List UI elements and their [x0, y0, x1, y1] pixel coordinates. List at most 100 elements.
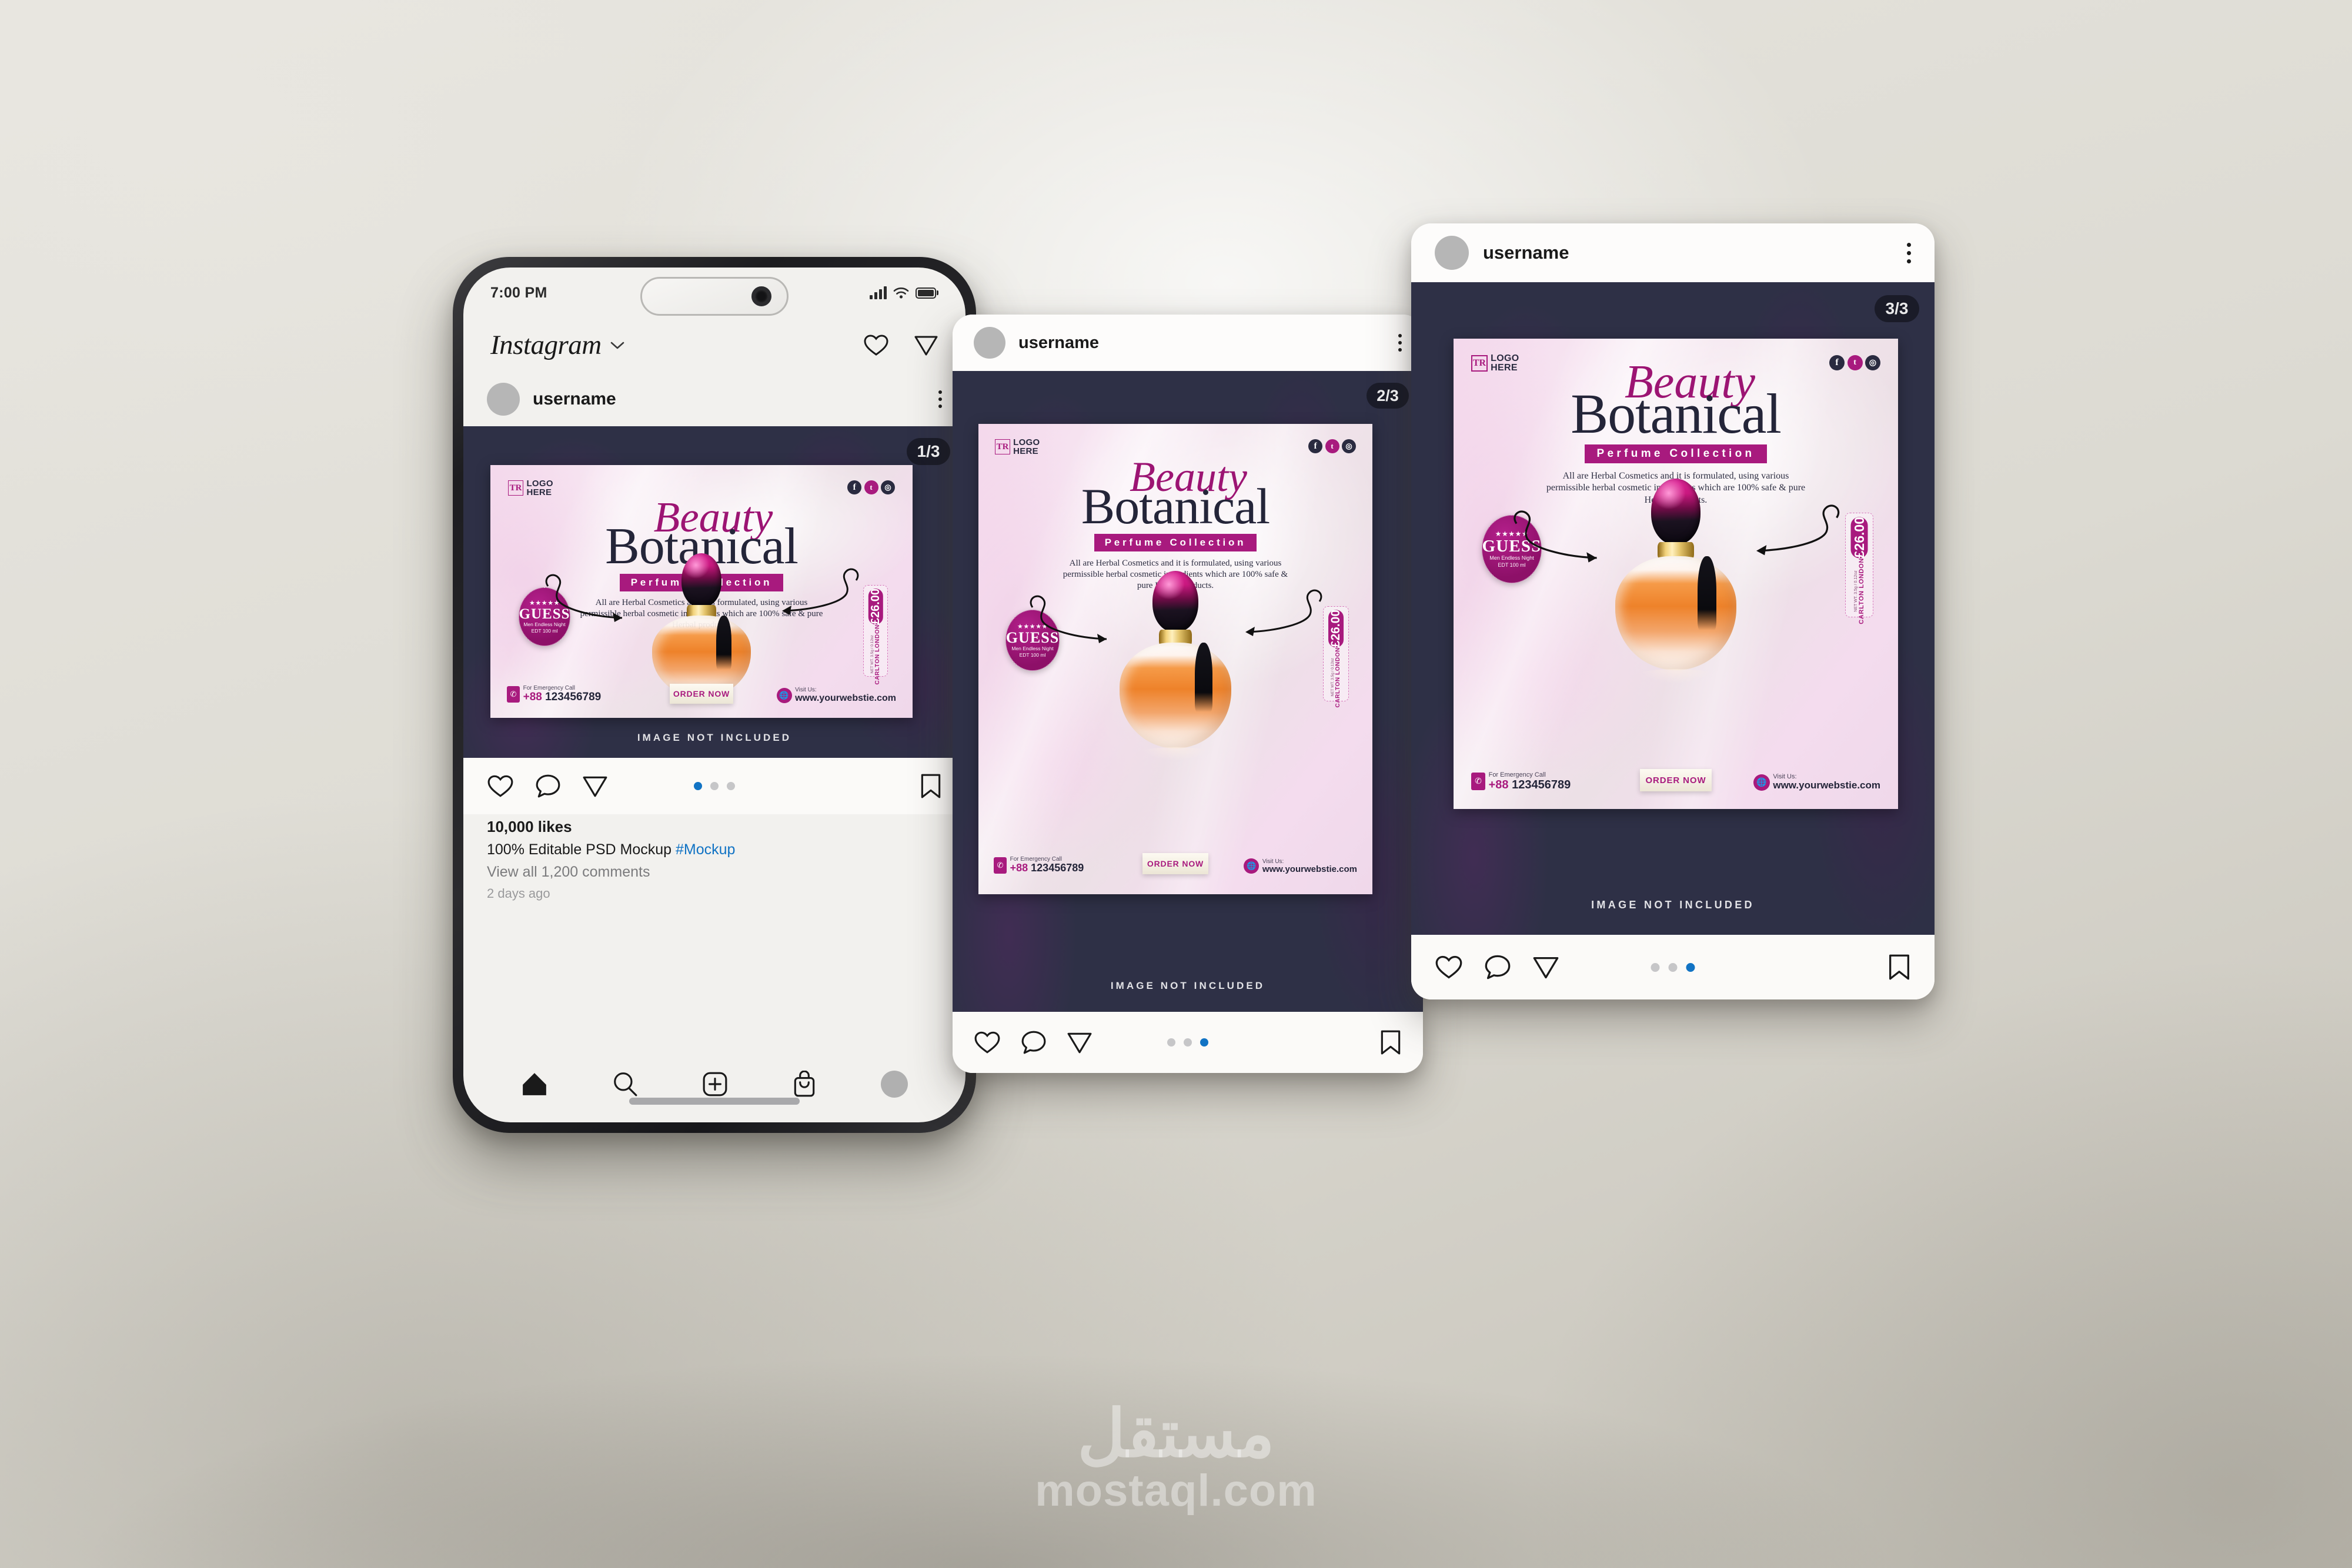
home-icon[interactable] [521, 1071, 548, 1097]
guess-badge: ★★★★★ GUESS Men Endless Night EDT 100 ml [1482, 515, 1542, 583]
send-icon[interactable] [582, 774, 608, 798]
phone-icon: ✆ [507, 686, 520, 703]
post-username[interactable]: username [533, 389, 616, 409]
contact-website[interactable]: 🌐 Visit Us: www.yourwebstie.com [1244, 858, 1357, 875]
bookmark-icon[interactable] [920, 773, 942, 799]
carousel-dots[interactable] [1167, 1038, 1208, 1047]
badge-line1: Men Endless Night [523, 621, 566, 628]
card2-username[interactable]: username [1018, 333, 1099, 353]
heart-icon[interactable] [974, 1030, 1001, 1055]
card3-actions [1411, 935, 1935, 999]
bottle-body [1120, 643, 1231, 748]
twitter-icon[interactable]: t [1325, 439, 1339, 453]
avatar-icon[interactable] [880, 1071, 908, 1098]
shopping-bag-icon[interactable] [792, 1071, 817, 1098]
phone-screen: 7:00 PM Instagram username 1/3 TR LOGO H… [463, 268, 965, 1122]
price-tag: £26.00 NET WT. 3.5g / 0.12oz CARLTON LON… [863, 585, 888, 685]
avatar[interactable] [974, 327, 1005, 359]
price-amount: £26.00 [1328, 610, 1344, 648]
card3-header: username [1411, 223, 1935, 282]
send-icon[interactable] [1532, 954, 1559, 980]
image-not-included-label: IMAGE NOT INCLUDED [1110, 980, 1265, 991]
globe-icon: 🌐 [1244, 858, 1259, 874]
bookmark-icon[interactable] [1887, 954, 1911, 981]
phone-number: +88 123456789 [1488, 778, 1571, 791]
bottle-tassel [716, 616, 731, 670]
price-tag: £26.00 NET WT. 3.5g / 0.12oz CARLTON LON… [1323, 606, 1349, 708]
avatar[interactable] [1435, 236, 1469, 270]
badge-line1: Men Endless Night [1011, 645, 1054, 651]
heart-icon[interactable] [1435, 954, 1463, 980]
logo-mark: TR [508, 480, 523, 496]
bottle-cap [1152, 571, 1198, 632]
price-net: NET WT. 3.5g / 0.12oz [870, 635, 874, 674]
post-actions [463, 758, 965, 814]
logo-text-line2: HERE [1013, 446, 1038, 457]
price-tag: £26.00 NET WT. 3.5g / 0.12oz CARLTON LON… [1845, 513, 1873, 624]
bookmark-icon[interactable] [1379, 1029, 1402, 1055]
badge-brand: GUESS [1005, 628, 1060, 646]
facebook-icon[interactable]: f [847, 480, 862, 494]
poster-ribbon: Perfume Collection [1585, 444, 1767, 464]
perfume-bottle [634, 553, 769, 712]
phone-icon: ✆ [994, 857, 1007, 874]
chevron-down-icon[interactable] [610, 340, 625, 350]
poster-contact-row: ✆ For Emergency Call +88 123456789 🌐 Vis… [1471, 771, 1880, 791]
home-indicator [629, 1098, 800, 1105]
price-brand: CARLTON LONDON [874, 624, 881, 685]
instagram-icon[interactable]: ◎ [1342, 439, 1356, 453]
bottle-tassel [1195, 643, 1212, 712]
send-icon[interactable] [914, 333, 938, 357]
search-icon[interactable] [612, 1071, 638, 1097]
contact-phone[interactable]: ✆ For Emergency Call +88 123456789 [1471, 771, 1571, 791]
contact-website[interactable]: 🌐 Visit Us: www.yourwebstie.com [776, 687, 896, 704]
poster-contact-row: ✆ For Emergency Call +88 123456789 🌐 Vis… [994, 856, 1357, 874]
perfume-bottle [1596, 479, 1755, 726]
wifi-icon [893, 287, 909, 299]
avatar[interactable] [487, 383, 520, 416]
poster-contact-row: ✆ For Emergency Call +88 123456789 🌐 Vis… [507, 685, 896, 704]
badge-brand: GUESS [519, 606, 570, 623]
contact-phone[interactable]: ✆ For Emergency Call +88 123456789 [507, 685, 601, 704]
carousel-count-badge: 1/3 [907, 438, 950, 465]
heart-icon[interactable] [863, 333, 889, 357]
twitter-icon[interactable]: t [864, 480, 878, 494]
signal-bars-icon [869, 286, 887, 299]
carousel-dots[interactable] [694, 782, 735, 790]
badge-line2: EDT 100 ml [531, 628, 558, 634]
poster-ribbon: Perfume Collection [1094, 534, 1257, 552]
phone-label: For Emergency Call [1488, 771, 1546, 778]
contact-website[interactable]: 🌐 Visit Us: www.yourwebstie.com [1753, 773, 1880, 791]
instagram-logo[interactable]: Instagram [490, 329, 602, 361]
post-media: 1/3 TR LOGO HERE f t ◎ Beauty Botanical … [463, 426, 965, 758]
bottle-reflection [1131, 747, 1220, 765]
kebab-menu-icon[interactable] [938, 390, 942, 408]
kebab-menu-icon[interactable] [1398, 334, 1402, 352]
phone-number: +88 123456789 [1010, 862, 1084, 874]
price-brand: CARLTON LONDON [1857, 558, 1865, 625]
send-icon[interactable] [1067, 1030, 1093, 1055]
card2-media: 2/3 TR LOGO HERE f t ◎ Beauty Botanical … [953, 371, 1423, 1012]
status-bar: 7:00 PM [463, 268, 965, 318]
badge-line2: EDT 100 ml [1498, 561, 1526, 568]
bottle-tassel [1698, 556, 1716, 630]
kebab-menu-icon[interactable] [1907, 242, 1911, 263]
caption-hashtag[interactable]: #Mockup [676, 841, 735, 858]
card3-username[interactable]: username [1483, 242, 1569, 263]
view-comments-link[interactable]: View all 1,200 comments [487, 864, 942, 881]
badge-line1: Men Endless Night [1489, 555, 1534, 561]
logo-text-line1: LOGO [526, 479, 553, 489]
carousel-dots[interactable] [1651, 962, 1695, 972]
comment-icon[interactable] [1021, 1030, 1047, 1055]
comment-icon[interactable] [535, 774, 561, 798]
facebook-icon[interactable]: f [1308, 439, 1323, 453]
caption-body: 100% Editable PSD Mockup [487, 841, 672, 858]
instagram-icon[interactable]: ◎ [881, 480, 895, 494]
comment-icon[interactable] [1484, 954, 1511, 980]
bottle-cap [1651, 479, 1700, 544]
heart-icon[interactable] [487, 774, 514, 798]
contact-phone[interactable]: ✆ For Emergency Call +88 123456789 [994, 856, 1084, 874]
bottle-reflection [1628, 669, 1723, 688]
plus-square-icon[interactable] [702, 1071, 728, 1097]
poster-logo: TR LOGO HERE [508, 479, 553, 497]
